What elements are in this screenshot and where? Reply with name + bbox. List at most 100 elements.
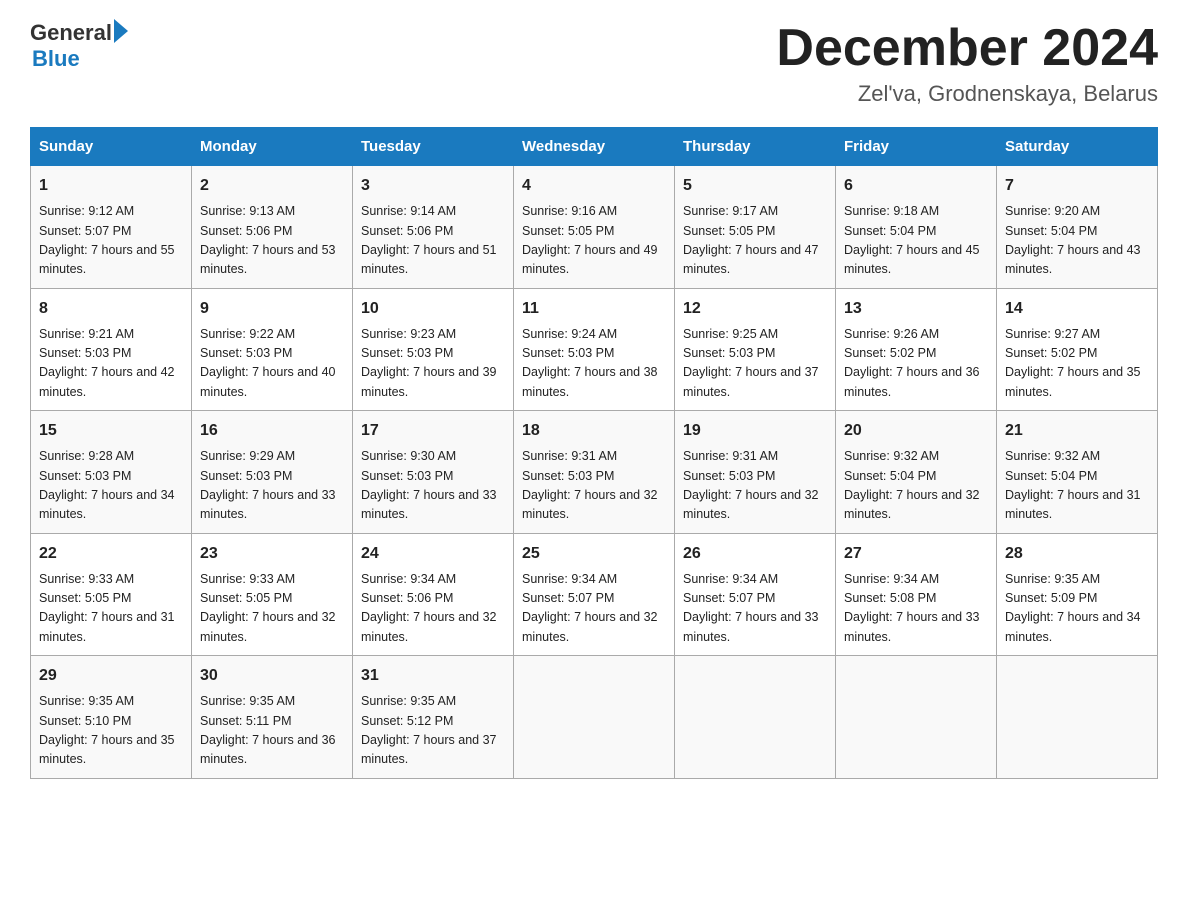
table-row: 19Sunrise: 9:31 AMSunset: 5:03 PMDayligh…	[675, 411, 836, 534]
day-info: Sunrise: 9:18 AMSunset: 5:04 PMDaylight:…	[844, 202, 988, 280]
day-info: Sunrise: 9:14 AMSunset: 5:06 PMDaylight:…	[361, 202, 505, 280]
calendar-week-row: 1 Sunrise: 9:12 AMSunset: 5:07 PMDaylight…	[31, 166, 1158, 289]
table-row: 28Sunrise: 9:35 AMSunset: 5:09 PMDayligh…	[997, 533, 1158, 656]
day-number: 5	[683, 174, 827, 198]
day-info: Sunrise: 9:35 AMSunset: 5:10 PMDaylight:…	[39, 692, 183, 770]
day-number: 25	[522, 542, 666, 566]
day-number: 17	[361, 419, 505, 443]
table-row: 6 Sunrise: 9:18 AMSunset: 5:04 PMDaylight…	[836, 166, 997, 289]
day-info: Sunrise: 9:21 AMSunset: 5:03 PMDaylight:…	[39, 325, 183, 403]
table-row: 15Sunrise: 9:28 AMSunset: 5:03 PMDayligh…	[31, 411, 192, 534]
day-number: 18	[522, 419, 666, 443]
logo-text-blue: Blue	[32, 46, 128, 72]
table-row: 13Sunrise: 9:26 AMSunset: 5:02 PMDayligh…	[836, 288, 997, 411]
day-info: Sunrise: 9:34 AMSunset: 5:07 PMDaylight:…	[522, 570, 666, 648]
table-row: 5 Sunrise: 9:17 AMSunset: 5:05 PMDaylight…	[675, 166, 836, 289]
day-number: 11	[522, 297, 666, 321]
day-info: Sunrise: 9:24 AMSunset: 5:03 PMDaylight:…	[522, 325, 666, 403]
table-row	[997, 656, 1158, 779]
table-row: 29 Sunrise: 9:35 AMSunset: 5:10 PMDayligh…	[31, 656, 192, 779]
table-row: 7Sunrise: 9:20 AMSunset: 5:04 PMDaylight…	[997, 166, 1158, 289]
table-row: 24 Sunrise: 9:34 AMSunset: 5:06 PMDayligh…	[353, 533, 514, 656]
day-info: Sunrise: 9:35 AMSunset: 5:12 PMDaylight:…	[361, 692, 505, 770]
day-number: 10	[361, 297, 505, 321]
day-info: Sunrise: 9:12 AMSunset: 5:07 PMDaylight:…	[39, 202, 183, 280]
day-number: 1	[39, 174, 183, 198]
table-row: 1 Sunrise: 9:12 AMSunset: 5:07 PMDaylight…	[31, 166, 192, 289]
day-number: 6	[844, 174, 988, 198]
table-row: 30 Sunrise: 9:35 AMSunset: 5:11 PMDayligh…	[192, 656, 353, 779]
calendar-week-row: 22 Sunrise: 9:33 AMSunset: 5:05 PMDayligh…	[31, 533, 1158, 656]
calendar-week-row: 29 Sunrise: 9:35 AMSunset: 5:10 PMDayligh…	[31, 656, 1158, 779]
table-row: 18 Sunrise: 9:31 AMSunset: 5:03 PMDayligh…	[514, 411, 675, 534]
table-row: 25 Sunrise: 9:34 AMSunset: 5:07 PMDayligh…	[514, 533, 675, 656]
day-number: 27	[844, 542, 988, 566]
day-info: Sunrise: 9:30 AMSunset: 5:03 PMDaylight:…	[361, 447, 505, 525]
header-thursday: Thursday	[675, 128, 836, 166]
day-number: 8	[39, 297, 183, 321]
table-row: 9 Sunrise: 9:22 AMSunset: 5:03 PMDaylight…	[192, 288, 353, 411]
day-info: Sunrise: 9:25 AMSunset: 5:03 PMDaylight:…	[683, 325, 827, 403]
day-info: Sunrise: 9:34 AMSunset: 5:08 PMDaylight:…	[844, 570, 988, 648]
day-number: 19	[683, 419, 827, 443]
day-info: Sunrise: 9:27 AMSunset: 5:02 PMDaylight:…	[1005, 325, 1149, 403]
logo-text-general: General	[30, 20, 112, 46]
table-row	[836, 656, 997, 779]
day-info: Sunrise: 9:31 AMSunset: 5:03 PMDaylight:…	[522, 447, 666, 525]
day-number: 30	[200, 664, 344, 688]
table-row: 16Sunrise: 9:29 AMSunset: 5:03 PMDayligh…	[192, 411, 353, 534]
day-number: 22	[39, 542, 183, 566]
day-number: 31	[361, 664, 505, 688]
day-number: 12	[683, 297, 827, 321]
table-row: 23 Sunrise: 9:33 AMSunset: 5:05 PMDayligh…	[192, 533, 353, 656]
title-section: December 2024 Zel'va, Grodnenskaya, Bela…	[776, 20, 1158, 107]
header-monday: Monday	[192, 128, 353, 166]
header-tuesday: Tuesday	[353, 128, 514, 166]
logo-arrow-icon	[114, 19, 128, 43]
header-saturday: Saturday	[997, 128, 1158, 166]
table-row: 10 Sunrise: 9:23 AMSunset: 5:03 PMDayligh…	[353, 288, 514, 411]
table-row	[514, 656, 675, 779]
day-number: 7	[1005, 174, 1149, 198]
calendar-week-row: 15Sunrise: 9:28 AMSunset: 5:03 PMDayligh…	[31, 411, 1158, 534]
table-row: 3 Sunrise: 9:14 AMSunset: 5:06 PMDaylight…	[353, 166, 514, 289]
table-row: 26 Sunrise: 9:34 AMSunset: 5:07 PMDayligh…	[675, 533, 836, 656]
calendar-table: Sunday Monday Tuesday Wednesday Thursday…	[30, 127, 1158, 779]
table-row	[675, 656, 836, 779]
day-number: 26	[683, 542, 827, 566]
day-number: 16	[200, 419, 344, 443]
calendar-week-row: 8 Sunrise: 9:21 AMSunset: 5:03 PMDaylight…	[31, 288, 1158, 411]
day-info: Sunrise: 9:32 AMSunset: 5:04 PMDaylight:…	[1005, 447, 1149, 525]
day-info: Sunrise: 9:35 AMSunset: 5:09 PMDaylight:…	[1005, 570, 1149, 648]
page-header: General Blue December 2024 Zel'va, Grodn…	[30, 20, 1158, 107]
table-row: 17 Sunrise: 9:30 AMSunset: 5:03 PMDayligh…	[353, 411, 514, 534]
day-number: 13	[844, 297, 988, 321]
header-wednesday: Wednesday	[514, 128, 675, 166]
day-info: Sunrise: 9:17 AMSunset: 5:05 PMDaylight:…	[683, 202, 827, 280]
day-number: 21	[1005, 419, 1149, 443]
table-row: 27 Sunrise: 9:34 AMSunset: 5:08 PMDayligh…	[836, 533, 997, 656]
table-row: 20Sunrise: 9:32 AMSunset: 5:04 PMDayligh…	[836, 411, 997, 534]
day-number: 3	[361, 174, 505, 198]
day-info: Sunrise: 9:34 AMSunset: 5:06 PMDaylight:…	[361, 570, 505, 648]
day-info: Sunrise: 9:22 AMSunset: 5:03 PMDaylight:…	[200, 325, 344, 403]
day-info: Sunrise: 9:33 AMSunset: 5:05 PMDaylight:…	[39, 570, 183, 648]
day-info: Sunrise: 9:35 AMSunset: 5:11 PMDaylight:…	[200, 692, 344, 770]
month-title: December 2024	[776, 20, 1158, 77]
day-number: 24	[361, 542, 505, 566]
table-row: 14 Sunrise: 9:27 AMSunset: 5:02 PMDayligh…	[997, 288, 1158, 411]
header-sunday: Sunday	[31, 128, 192, 166]
day-info: Sunrise: 9:34 AMSunset: 5:07 PMDaylight:…	[683, 570, 827, 648]
header-friday: Friday	[836, 128, 997, 166]
day-info: Sunrise: 9:23 AMSunset: 5:03 PMDaylight:…	[361, 325, 505, 403]
day-number: 9	[200, 297, 344, 321]
day-info: Sunrise: 9:13 AMSunset: 5:06 PMDaylight:…	[200, 202, 344, 280]
day-info: Sunrise: 9:32 AMSunset: 5:04 PMDaylight:…	[844, 447, 988, 525]
calendar-header-row: Sunday Monday Tuesday Wednesday Thursday…	[31, 128, 1158, 166]
day-number: 2	[200, 174, 344, 198]
logo: General Blue	[30, 20, 128, 72]
day-number: 29	[39, 664, 183, 688]
day-number: 14	[1005, 297, 1149, 321]
day-number: 23	[200, 542, 344, 566]
day-info: Sunrise: 9:33 AMSunset: 5:05 PMDaylight:…	[200, 570, 344, 648]
